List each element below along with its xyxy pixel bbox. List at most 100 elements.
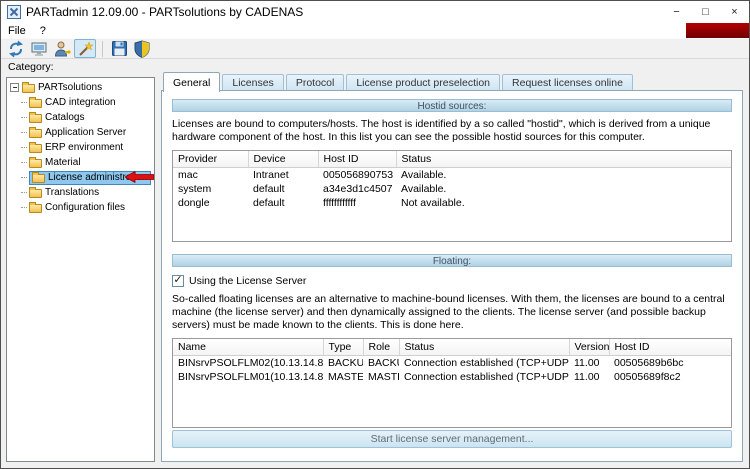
tab-general[interactable]: General xyxy=(163,72,221,92)
cell-status: Connection established (TCP+UDP) xyxy=(404,357,569,369)
menu-help[interactable]: ? xyxy=(33,23,53,38)
category-label: Category: xyxy=(8,61,54,73)
uac-shield-icon[interactable] xyxy=(131,39,153,58)
column-header-hostid[interactable]: Host ID xyxy=(318,151,397,168)
column-header-name[interactable]: Name xyxy=(173,339,324,356)
floating-description: So-called floating licenses are an alter… xyxy=(172,293,725,331)
table-row[interactable]: system default a34e3d1c4507 Available. xyxy=(173,182,731,196)
cell-device: default xyxy=(253,197,285,209)
column-header-hostid[interactable]: Host ID xyxy=(609,339,731,356)
tree-item-label: ERP environment xyxy=(45,142,124,153)
column-header-device[interactable]: Device xyxy=(248,151,319,168)
cell-role: MASTER xyxy=(368,371,399,383)
license-server-table: Name Type Role Status Version Host ID BI… xyxy=(172,338,732,428)
category-tree: PARTsolutions CAD integration Catalogs A… xyxy=(6,77,155,462)
minimize-button[interactable]: − xyxy=(662,1,691,23)
tab-licenses[interactable]: Licenses xyxy=(222,74,284,91)
cell-name: BINsrvPSOLFLM02(10.13.14.89):2004 xyxy=(178,357,323,369)
menu-file[interactable]: File xyxy=(1,23,33,38)
tree-item-translations[interactable]: Translations xyxy=(7,185,154,200)
table-row[interactable]: mac Intranet 005056890753 Available. xyxy=(173,168,731,183)
maximize-button[interactable]: □ xyxy=(691,1,720,23)
close-button[interactable]: × xyxy=(720,1,749,23)
open-folder-icon xyxy=(22,82,35,93)
wizard-wand-icon[interactable] xyxy=(74,39,96,58)
annotation-arrow-icon xyxy=(125,171,154,183)
folder-icon xyxy=(32,172,45,183)
folder-icon xyxy=(29,202,42,213)
window-title: PARTadmin 12.09.00 - PARTsolutions by CA… xyxy=(26,5,304,19)
cell-status: Available. xyxy=(401,183,447,195)
cell-provider: dongle xyxy=(178,197,210,209)
cell-hostid: 005056890753 xyxy=(323,169,394,181)
tree-item-material[interactable]: Material xyxy=(7,155,154,170)
column-header-type[interactable]: Type xyxy=(323,339,364,356)
table-row[interactable]: BINsrvPSOLFLM02(10.13.14.89):2004 BACKUP… xyxy=(173,356,731,371)
tree-item-application-server[interactable]: Application Server xyxy=(7,125,154,140)
start-license-server-management-button[interactable]: Start license server management... xyxy=(172,430,732,448)
tab-protocol[interactable]: Protocol xyxy=(285,74,345,91)
cell-provider: mac xyxy=(178,169,198,181)
tree-item-catalogs[interactable]: Catalogs xyxy=(7,110,154,125)
toolbar xyxy=(1,38,749,59)
cell-name: BINsrvPSOLFLM01(10.13.14.88):2004 xyxy=(178,371,323,383)
column-header-status[interactable]: Status xyxy=(399,339,570,356)
tree-item-label: Configuration files xyxy=(45,202,126,213)
column-header-provider[interactable]: Provider xyxy=(173,151,249,168)
license-server-checkbox[interactable]: ✓ xyxy=(172,273,184,287)
cell-device: Intranet xyxy=(253,169,289,181)
cell-role: BACKUP xyxy=(368,357,399,369)
tree-item-label: Material xyxy=(45,157,81,168)
table-row[interactable]: BINsrvPSOLFLM01(10.13.14.88):2004 MASTER… xyxy=(173,370,731,384)
branch-line xyxy=(21,102,27,103)
folder-icon xyxy=(29,142,42,153)
main-content: General Licenses Protocol License produc… xyxy=(161,71,743,462)
tree-item-cad-integration[interactable]: CAD integration xyxy=(7,95,154,110)
tree-item-label: Application Server xyxy=(45,127,127,138)
app-icon xyxy=(7,5,21,19)
cell-hostid: a34e3d1c4507 xyxy=(323,183,393,195)
hostid-sources-header: Hostid sources: xyxy=(172,99,732,112)
tree-item-configuration-files[interactable]: Configuration files xyxy=(7,200,154,215)
folder-icon xyxy=(29,97,42,108)
floating-header: Floating: xyxy=(172,254,732,267)
branch-line xyxy=(21,207,27,208)
cell-hostid: 00505689b6bc xyxy=(614,357,684,369)
tree-item-erp-environment[interactable]: ERP environment xyxy=(7,140,154,155)
branch-line xyxy=(21,147,27,148)
license-server-checkbox-label: Using the License Server xyxy=(189,274,307,287)
folder-icon xyxy=(29,127,42,138)
tab-request-licenses-online[interactable]: Request licenses online xyxy=(502,74,633,91)
folder-icon xyxy=(29,187,42,198)
tree-item-label: Catalogs xyxy=(45,112,85,123)
folder-icon xyxy=(29,112,42,123)
tree-item-partsolutions[interactable]: PARTsolutions xyxy=(7,80,154,95)
tree-item-label: CAD integration xyxy=(45,97,116,108)
tree-item-label: PARTsolutions xyxy=(38,82,103,93)
table-row[interactable]: dongle default ffffffffffff Not availabl… xyxy=(173,196,731,210)
branch-line xyxy=(21,132,27,133)
cadenas-brand-stripe xyxy=(686,23,749,38)
save-icon[interactable] xyxy=(108,39,130,58)
branch-line xyxy=(21,177,27,178)
cell-status: Available. xyxy=(401,169,447,181)
tab-bar: General Licenses Protocol License produc… xyxy=(161,71,743,92)
cell-type: BACKUP xyxy=(328,357,363,369)
branch-line xyxy=(21,192,27,193)
cell-version: 11.00 xyxy=(574,371,600,383)
computer-icon[interactable] xyxy=(28,39,50,58)
cell-hostid: ffffffffffff xyxy=(323,197,356,209)
update-icon[interactable] xyxy=(5,39,27,58)
check-icon: ✓ xyxy=(173,273,183,286)
column-header-status[interactable]: Status xyxy=(396,151,731,168)
branch-line xyxy=(21,162,27,163)
tab-license-product-preselection[interactable]: License product preselection xyxy=(346,74,501,91)
user-permissions-icon[interactable] xyxy=(51,39,73,58)
collapse-icon[interactable] xyxy=(10,83,19,92)
general-tab-panel: Hostid sources: Licenses are bound to co… xyxy=(161,90,743,462)
column-header-version[interactable]: Version xyxy=(569,339,610,356)
menu-bar: File ? xyxy=(1,23,749,38)
window-controls: − □ × xyxy=(662,1,749,23)
title-bar[interactable]: PARTadmin 12.09.00 - PARTsolutions by CA… xyxy=(1,1,749,23)
column-header-role[interactable]: Role xyxy=(363,339,400,356)
